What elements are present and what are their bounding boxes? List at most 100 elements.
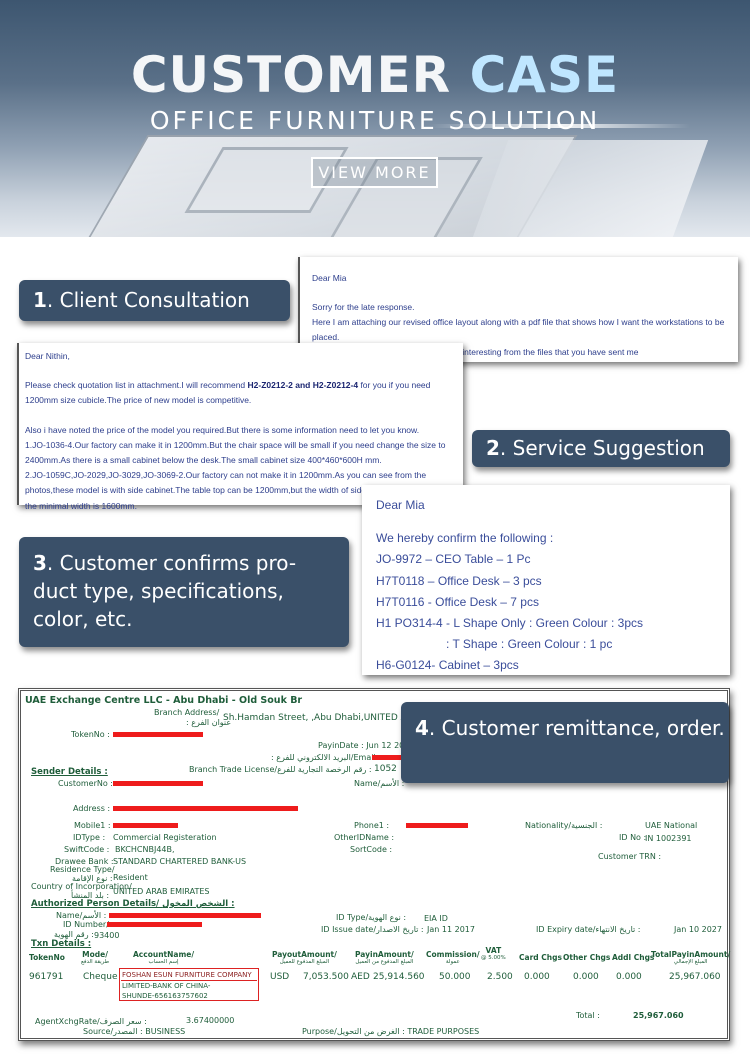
- label: ID Type/نوع الهوية :: [336, 913, 407, 922]
- text: Please check quotation list in attachmen…: [25, 380, 248, 391]
- column-header-en: Commission/: [426, 950, 480, 959]
- label: SwiftCode :: [64, 845, 110, 854]
- order-item: : T Shape : Green Colour : 1 pc: [446, 637, 613, 652]
- column-header-en: TotalPayinAmount/: [651, 950, 731, 959]
- total-payin-amount: 25,967.060: [669, 972, 721, 982]
- suggestion-email-card: Dear Nithin, Please check quotation list…: [17, 343, 463, 511]
- payout-currency: USD: [270, 972, 290, 982]
- label: ID Issue date/تاريخ الاصدار :: [321, 925, 424, 934]
- label: Name/الأسم :: [56, 911, 107, 920]
- label: ID Number/: [63, 920, 109, 929]
- step-number: 3: [33, 551, 47, 575]
- column-header: Addl Chgs: [612, 953, 654, 962]
- order-item: H1 PO314-4 - L Shape Only : Green Colour…: [376, 616, 644, 631]
- email-paragraph: 1.JO-1036-4.Our factory can make it in 1…: [25, 439, 446, 466]
- label: AgentXchgRate/سعر الصرف :: [35, 1017, 147, 1026]
- idtype-value: Commercial Registeration: [113, 833, 217, 842]
- txn-token: 961791: [29, 972, 64, 982]
- label: OtherIDName :: [334, 833, 395, 842]
- label: CustomerNo :: [58, 779, 113, 788]
- total-value: 25,967.060: [633, 1011, 684, 1020]
- label: ID No :: [619, 833, 647, 842]
- column-header: Mode/طريقة الدفع: [81, 950, 109, 965]
- column-header: PayoutAmount/المبلغ المدفوع للعميل: [272, 950, 337, 965]
- label: Phone1 :: [354, 821, 390, 830]
- redaction-bar: [406, 823, 468, 828]
- column-header-en: Addl Chgs: [612, 953, 655, 962]
- column-header-ar: إسم الحساب: [148, 959, 179, 965]
- column-header: PayinAmount/المبلغ المدفوع من العميل: [355, 950, 414, 965]
- column-header-en: Mode/: [82, 950, 108, 959]
- txn-mode: Cheque: [83, 972, 118, 982]
- column-header-en: PayinAmount/: [355, 950, 414, 959]
- hero-title: CUSTOMER CASE: [0, 46, 750, 104]
- view-more-button[interactable]: VIEW MORE: [311, 157, 438, 188]
- section-authorized-person: Authorized Person Details/ الشخص المخول …: [31, 899, 235, 909]
- redaction-bar: [109, 913, 261, 918]
- label: Customer TRN :: [598, 852, 662, 861]
- step-text: . Client Consultation: [46, 288, 250, 312]
- payin-amount: 25,914.560: [373, 972, 425, 982]
- payin-date: PayinDate : Jun 12 2017: [318, 741, 415, 750]
- column-header-en: TokenNo: [29, 953, 65, 962]
- column-header: TokenNo: [29, 953, 65, 962]
- redaction-bar: [107, 922, 202, 927]
- step-2-label: 2. Service Suggestion: [472, 430, 730, 467]
- column-header-ar: المبلغ المدفوع من العميل: [355, 959, 414, 965]
- nationality-value: UAE National: [645, 821, 698, 830]
- label: Address :: [73, 804, 111, 813]
- country-value: UNITED ARAB EMIRATES: [113, 887, 210, 896]
- drawee-value: STANDARD CHARTERED BANK-US: [113, 857, 247, 866]
- email-line: Sorry for the late response.: [312, 302, 415, 312]
- addl-charges: 0.000: [616, 972, 642, 982]
- column-header-en: Card Chgs: [519, 953, 562, 962]
- trade-license: 1052: [374, 764, 397, 774]
- step-number: 2: [486, 436, 500, 460]
- auth-id-value: 93400: [94, 931, 120, 940]
- column-header: TotalPayinAmount/المبلغ الإجمالي: [651, 950, 730, 965]
- column-header-ar: طريقة الدفع: [81, 959, 110, 965]
- label: Mobile1 :: [74, 821, 111, 830]
- step-4-label: 4. Customer remittance, order.: [401, 702, 729, 783]
- email-paragraph: Please check quotation list in attachmen…: [25, 378, 455, 408]
- step-text: . Customer remittance, order.: [428, 716, 725, 740]
- email-intro: We hereby confirm the following :: [376, 531, 554, 546]
- hero-subtitle: OFFICE FURNITURE SOLUTION: [149, 106, 601, 135]
- other-charges: 0.000: [573, 972, 599, 982]
- order-item: JO-9972 – CEO Table – 1 Pc: [376, 552, 531, 567]
- confirm-email-card: Dear Mia We hereby confirm the following…: [362, 485, 730, 675]
- blueprint-roll-illustration: [471, 140, 709, 237]
- column-header-ar: المبلغ الإجمالي: [673, 959, 708, 965]
- hero-title-accent: CASE: [469, 46, 620, 104]
- vat: 2.500: [487, 972, 513, 982]
- column-header: AccountName/إسم الحساب: [133, 950, 194, 965]
- label: Branch Trade License/رقم الرخصة التجارية…: [189, 765, 372, 774]
- section-sender-details: Sender Details :: [31, 767, 108, 777]
- label: Branch Address/: [154, 708, 220, 717]
- label: : البريد الالكتروني للفرع/Email: [271, 753, 376, 762]
- step-text: . Customer confirms pro-duct type, speci…: [33, 551, 297, 631]
- step-3-label: 3. Customer confirms pro-duct type, spec…: [19, 537, 349, 647]
- id-type-value: EIA ID: [424, 914, 448, 923]
- email-greeting: Dear Mia: [312, 273, 347, 283]
- column-header-en: AccountName/: [133, 950, 195, 959]
- label: رقم الهوية :: [54, 930, 94, 939]
- swift-value: BKCHCNBJ44B,: [115, 845, 175, 854]
- label: Nationality/الجنسية :: [525, 821, 603, 830]
- id-no-value: IN 1002391: [645, 834, 692, 843]
- email-greeting: Dear Nithin,: [25, 351, 70, 361]
- model-codes: H2-Z0212-2 and H2-Z0212-4: [247, 380, 359, 391]
- step-number: 1: [33, 288, 47, 312]
- redaction-bar: [113, 732, 203, 737]
- section-txn-details: Txn Details :: [31, 939, 92, 949]
- payin-currency: AED: [351, 972, 370, 982]
- hero-title-main: CUSTOMER: [130, 46, 452, 104]
- column-header-ar: @ 5.00%: [481, 955, 506, 961]
- purpose: Purpose/الغرض من التحويل : TRADE PURPOSE…: [302, 1027, 480, 1036]
- payout-amount: 7,053.500: [303, 972, 349, 982]
- exchange-rate: 3.67400000: [186, 1016, 235, 1025]
- column-header-en: Other Chgs: [563, 953, 611, 962]
- column-header-ar: المبلغ المدفوع للعميل: [279, 959, 330, 965]
- column-header-en: PayoutAmount/: [272, 950, 337, 959]
- order-item: H6-G0124- Cabinet – 3pcs: [376, 658, 519, 673]
